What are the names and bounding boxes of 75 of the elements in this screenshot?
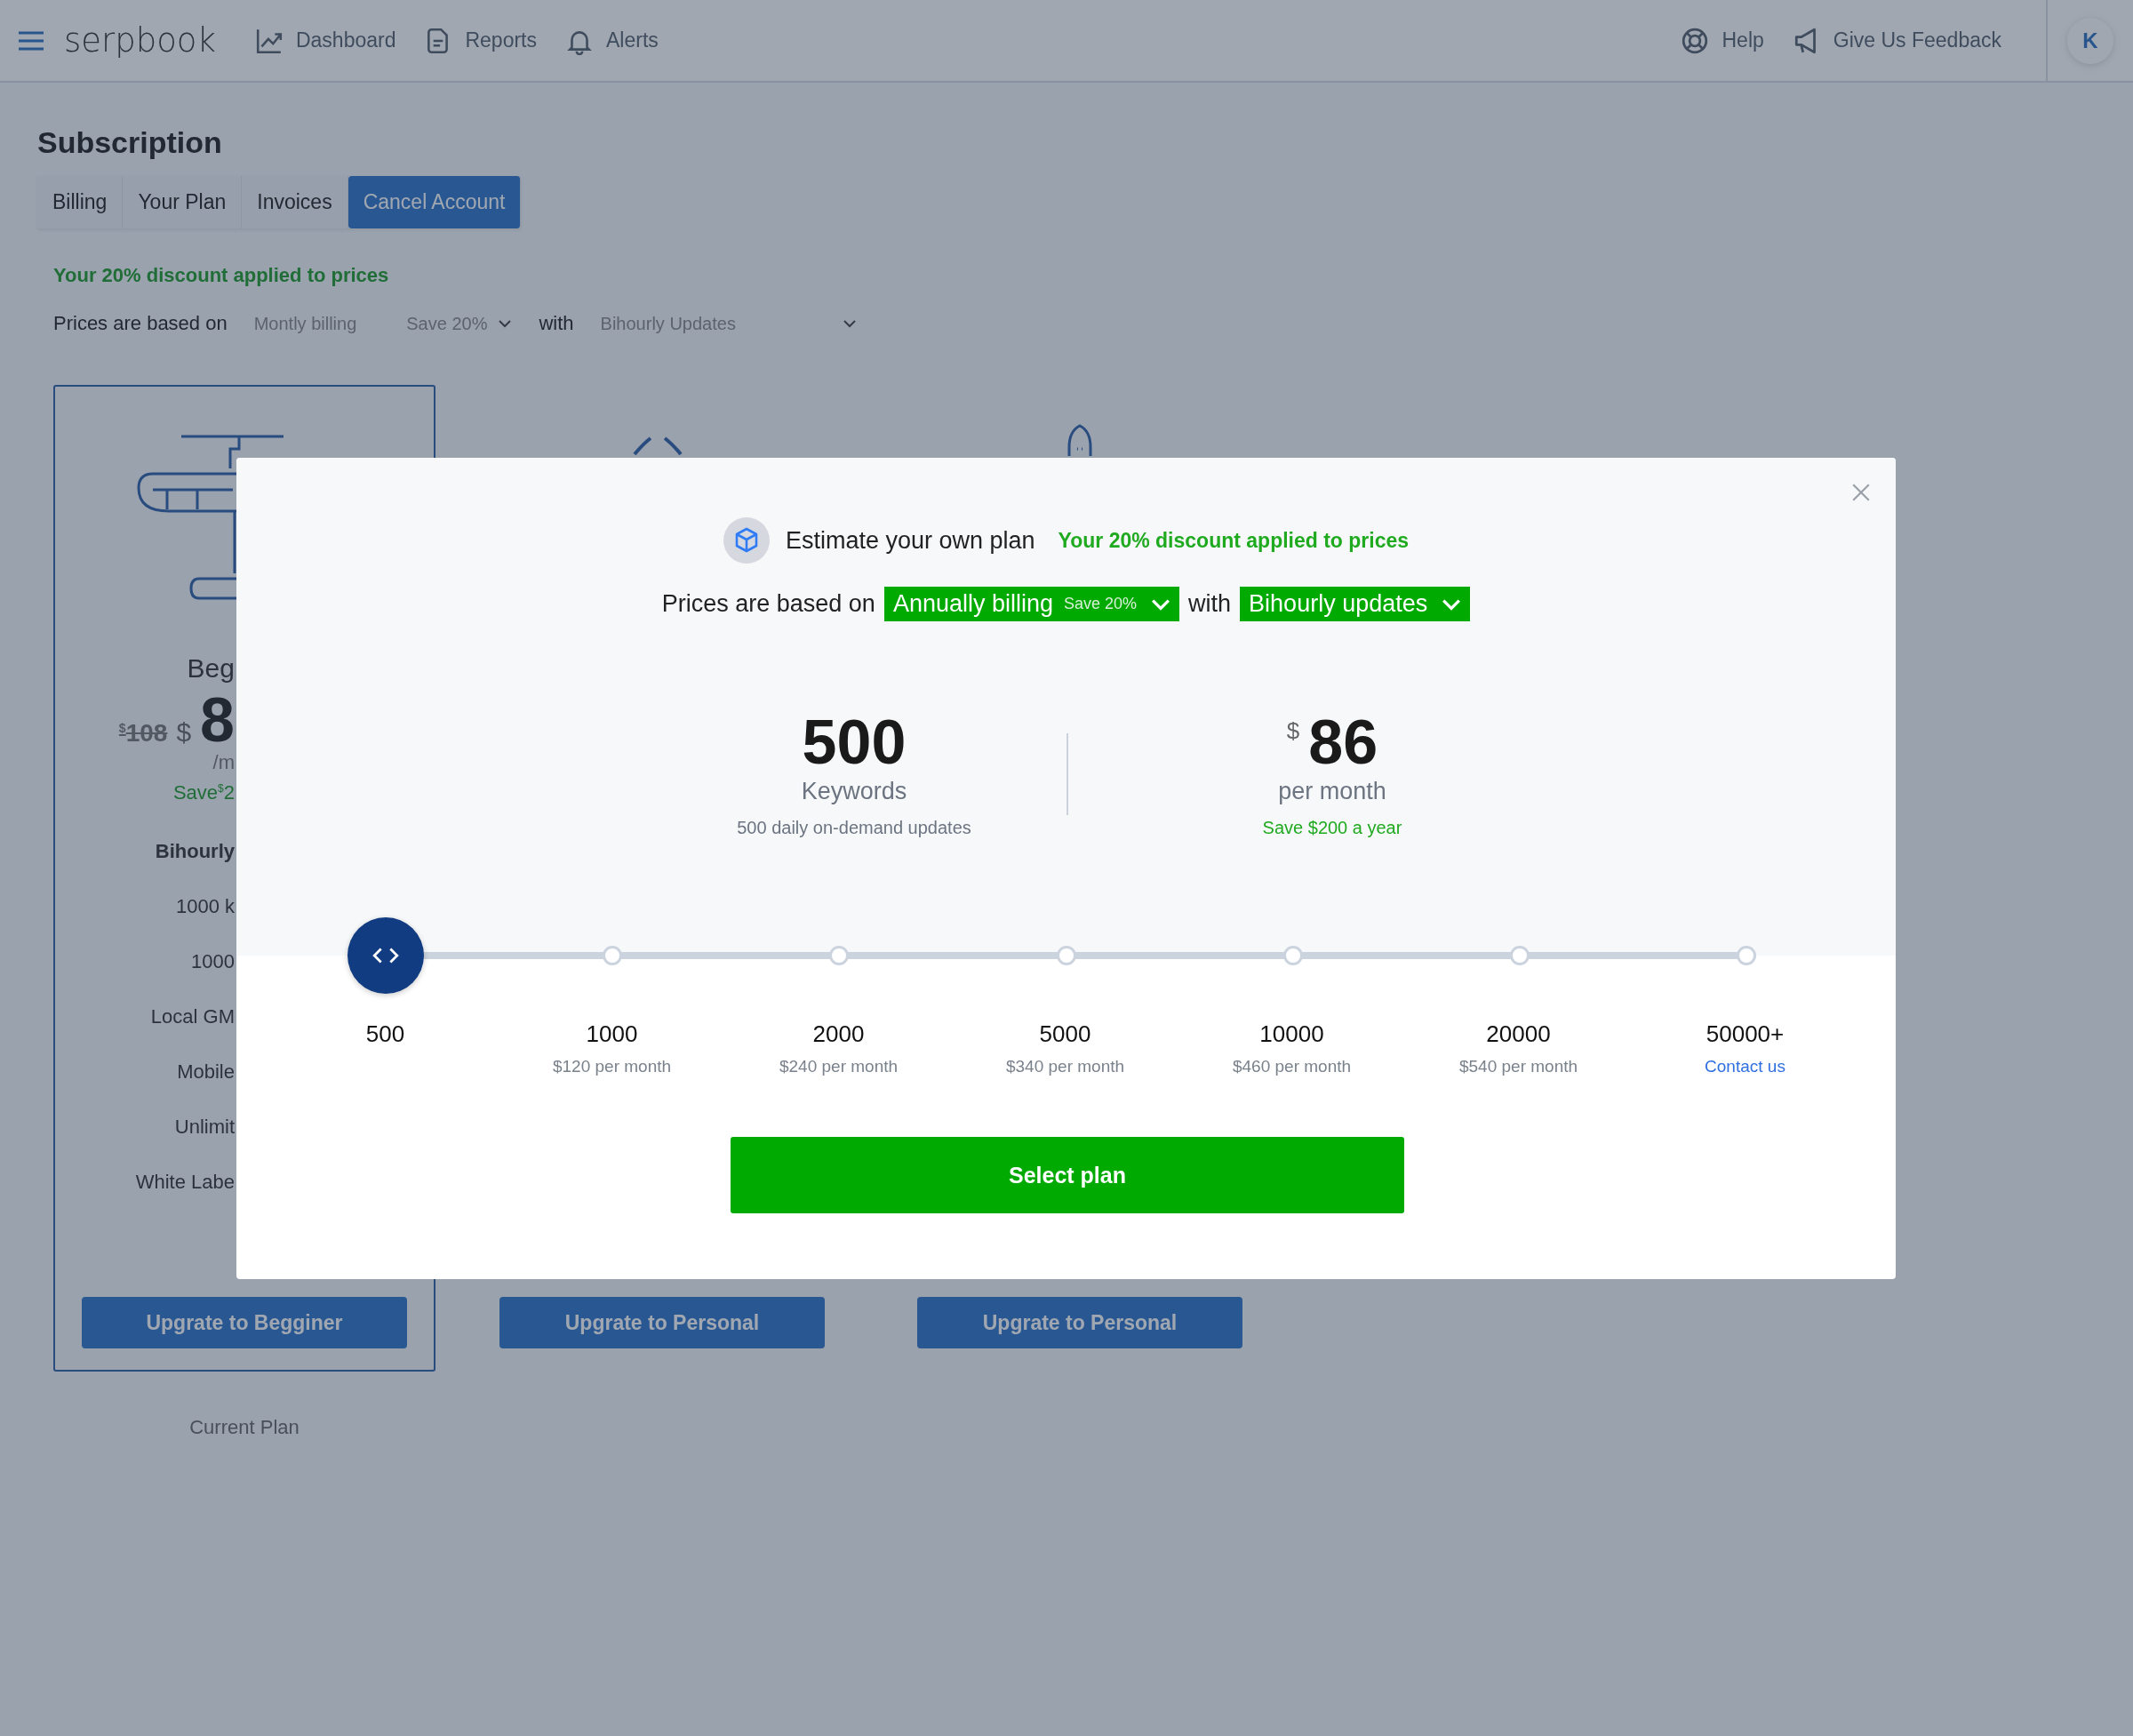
updates-dropdown[interactable]: Bihourly updates (1240, 587, 1471, 621)
user-avatar[interactable]: K (2067, 17, 2113, 64)
lifebuoy-icon (1681, 26, 1710, 55)
upgrade-button[interactable]: Upgrate to Personal (499, 1297, 825, 1348)
billing-dropdown[interactable]: Montly billing Save 20% (253, 313, 513, 334)
stop-value: 5000 (1039, 1020, 1091, 1048)
upgrade-button[interactable]: Upgrate to Begginer (82, 1297, 407, 1348)
page-title: Subscription (37, 124, 223, 160)
plan-feature: Bihourly (155, 840, 235, 863)
plan-feature: 1000 (191, 950, 235, 973)
stop-value: 500 (365, 1020, 405, 1048)
discount-note: Your 20% discount applied to prices (53, 264, 390, 287)
chevron-down-icon (498, 319, 513, 328)
tab[interactable]: Cancel Account (348, 176, 522, 228)
updates-dropdown[interactable]: Bihourly Updates (600, 313, 857, 334)
with-label: with (539, 312, 574, 335)
tab[interactable]: Invoices (242, 176, 348, 228)
stop-price: $340 per month (1005, 1057, 1125, 1076)
price-period: /m (212, 751, 235, 774)
nav-link[interactable]: Help (1681, 26, 1764, 55)
plan-feature: Unlimit (174, 1116, 235, 1139)
savings-note: Save $200 a year (1262, 817, 1402, 838)
monthly-price: 86 (1308, 710, 1378, 776)
stop-value: 50000+ (1706, 1020, 1785, 1048)
slider-stop[interactable] (603, 946, 623, 965)
slider-stop[interactable] (1737, 946, 1756, 965)
plan-name: Beg (187, 653, 235, 684)
chevron-down-icon (1442, 597, 1462, 611)
savings-text: Save$^{$}$2 (172, 781, 235, 804)
stop-price: $460 per month (1232, 1057, 1352, 1076)
brand-logo[interactable]: serpbook (64, 21, 216, 60)
dialog-title: Estimate your own plan (785, 526, 1035, 555)
stop-value: 20000 (1486, 1020, 1551, 1048)
rocket-drawing (1066, 424, 1093, 456)
keyword-count: 500 (802, 710, 907, 776)
with-label: with (1188, 590, 1232, 618)
tab[interactable]: Your Plan (123, 176, 243, 228)
chevron-down-icon (842, 319, 857, 328)
period-label: per month (1278, 777, 1386, 805)
nav-link[interactable]: Alerts (565, 26, 659, 55)
stop-value: 1000 (586, 1020, 638, 1048)
prices-label: Prices are based on (661, 590, 875, 618)
contact-link[interactable]: Contact us (1705, 1057, 1785, 1076)
stop-value: 10000 (1259, 1020, 1324, 1048)
menu-icon[interactable] (18, 30, 44, 51)
stop-price: $120 per month (552, 1057, 672, 1076)
plan-feature: Mobile (177, 1060, 235, 1084)
stop-value: 2000 (812, 1020, 865, 1048)
plan-feature: White Labe (135, 1171, 235, 1194)
discount-note: Your 20% discount applied to prices (1058, 528, 1410, 553)
select-plan-button[interactable]: Select plan (731, 1137, 1404, 1213)
tab[interactable]: Billing (37, 176, 124, 228)
stop-price: $540 per month (1458, 1057, 1578, 1076)
keywords-label: Keywords (801, 777, 907, 805)
cube-icon (723, 517, 770, 564)
plan-feature: Local GM (150, 1005, 235, 1028)
slider-thumb[interactable] (348, 917, 424, 994)
slider-stop[interactable] (829, 946, 850, 965)
nav-link[interactable]: Reports (424, 26, 537, 55)
upgrade-button[interactable]: Upgrate to Personal (917, 1297, 1242, 1348)
current-plan-label: Current Plan (189, 1416, 300, 1439)
old-price: $^{$}$108 (118, 719, 168, 748)
close-icon[interactable] (1851, 483, 1871, 502)
currency-sign: $ (176, 717, 192, 748)
stop-price: $240 per month (779, 1057, 899, 1076)
plan-price: 8 (200, 689, 235, 751)
plan-feature: 1000 k (175, 895, 235, 918)
updates-note: 500 daily on-demand updates (737, 817, 971, 838)
currency-sign: $ (1286, 717, 1300, 745)
nav-link[interactable]: Dashboard (254, 26, 396, 55)
illustration-drawing (631, 435, 684, 456)
nav-link[interactable]: Give Us Feedback (1792, 26, 2001, 55)
chevron-down-icon (1151, 597, 1171, 611)
billing-dropdown[interactable]: Annually billing Save 20% (883, 587, 1180, 621)
prices-label: Prices are based on (53, 312, 228, 335)
